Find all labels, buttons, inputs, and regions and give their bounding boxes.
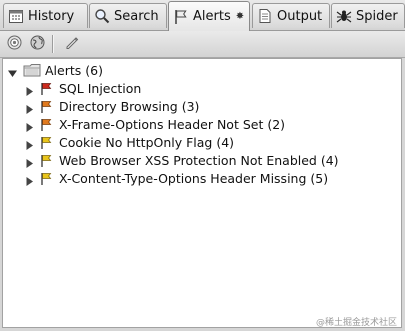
tree-root-label: Alerts (6) — [45, 62, 103, 78]
tree-item[interactable]: Directory Browsing (3) — [25, 97, 199, 115]
tab-search[interactable]: Search — [89, 3, 167, 28]
tree-item[interactable]: SQL Injection — [25, 79, 141, 97]
tab-search-label: Search — [114, 8, 159, 24]
tree-item-label: Directory Browsing (3) — [59, 98, 200, 114]
document-icon — [257, 8, 273, 24]
yellow-flag-icon — [40, 136, 53, 149]
watermark: @稀土掘金技术社区 — [315, 318, 397, 328]
orange-flag-icon — [40, 100, 53, 113]
tab-history-label: History — [28, 8, 75, 24]
globe-button[interactable] — [28, 35, 46, 53]
yellow-flag-icon — [40, 172, 53, 185]
orange-flag-icon — [40, 118, 53, 131]
tab-alerts-label: Alerts — [193, 9, 231, 24]
tab-history[interactable]: History — [3, 3, 88, 28]
tab-spider-label: Spider — [356, 8, 398, 24]
collapse-arrow-icon[interactable] — [8, 66, 17, 77]
tree-item-label: Cookie No HttpOnly Flag (4) — [59, 134, 235, 150]
folder-icon — [23, 63, 41, 77]
tree-item-label: Web Browser XSS Protection Not Enabled (… — [59, 152, 339, 168]
tab-output-label: Output — [277, 8, 323, 24]
tab-output[interactable]: Output — [252, 3, 330, 28]
toolbar-separator — [52, 35, 54, 53]
alerts-tree[interactable]: Alerts (6) SQL Injection Directory Brows… — [2, 58, 402, 328]
tree-item-label: X-Content-Type-Options Header Missing (5… — [59, 170, 329, 186]
expand-arrow-icon[interactable] — [25, 138, 34, 150]
target-button[interactable] — [5, 35, 23, 53]
calendar-icon — [8, 8, 24, 24]
globe-icon — [30, 35, 45, 53]
red-flag-icon — [40, 82, 53, 95]
tab-bar: History Search Alerts ✸ Output Spider — [0, 0, 405, 31]
tree-item-label: SQL Injection — [59, 80, 142, 96]
tree-item[interactable]: X-Content-Type-Options Header Missing (5… — [25, 169, 328, 187]
pencil-icon — [64, 35, 79, 53]
tree-item[interactable]: X-Frame-Options Header Not Set (2) — [25, 115, 285, 133]
edit-button[interactable] — [62, 35, 80, 53]
alerts-toolbar — [0, 31, 405, 58]
tree-item-label: X-Frame-Options Header Not Set (2) — [59, 116, 286, 132]
tab-spider[interactable]: Spider — [331, 3, 405, 28]
expand-arrow-icon[interactable] — [25, 120, 34, 132]
tree-item[interactable]: Web Browser XSS Protection Not Enabled (… — [25, 151, 339, 169]
tree-root[interactable]: Alerts (6) — [8, 61, 103, 79]
yellow-flag-icon — [40, 154, 53, 167]
tab-alerts[interactable]: Alerts ✸ — [168, 1, 250, 31]
expand-arrow-icon[interactable] — [25, 174, 34, 186]
spider-icon — [336, 8, 352, 24]
expand-arrow-icon[interactable] — [25, 156, 34, 168]
tree-item[interactable]: Cookie No HttpOnly Flag (4) — [25, 133, 234, 151]
expand-arrow-icon[interactable] — [25, 84, 34, 96]
pin-icon[interactable]: ✸ — [236, 11, 244, 22]
magnifier-icon — [94, 8, 110, 24]
flag-icon — [173, 9, 189, 25]
target-icon — [7, 35, 22, 53]
expand-arrow-icon[interactable] — [25, 102, 34, 114]
